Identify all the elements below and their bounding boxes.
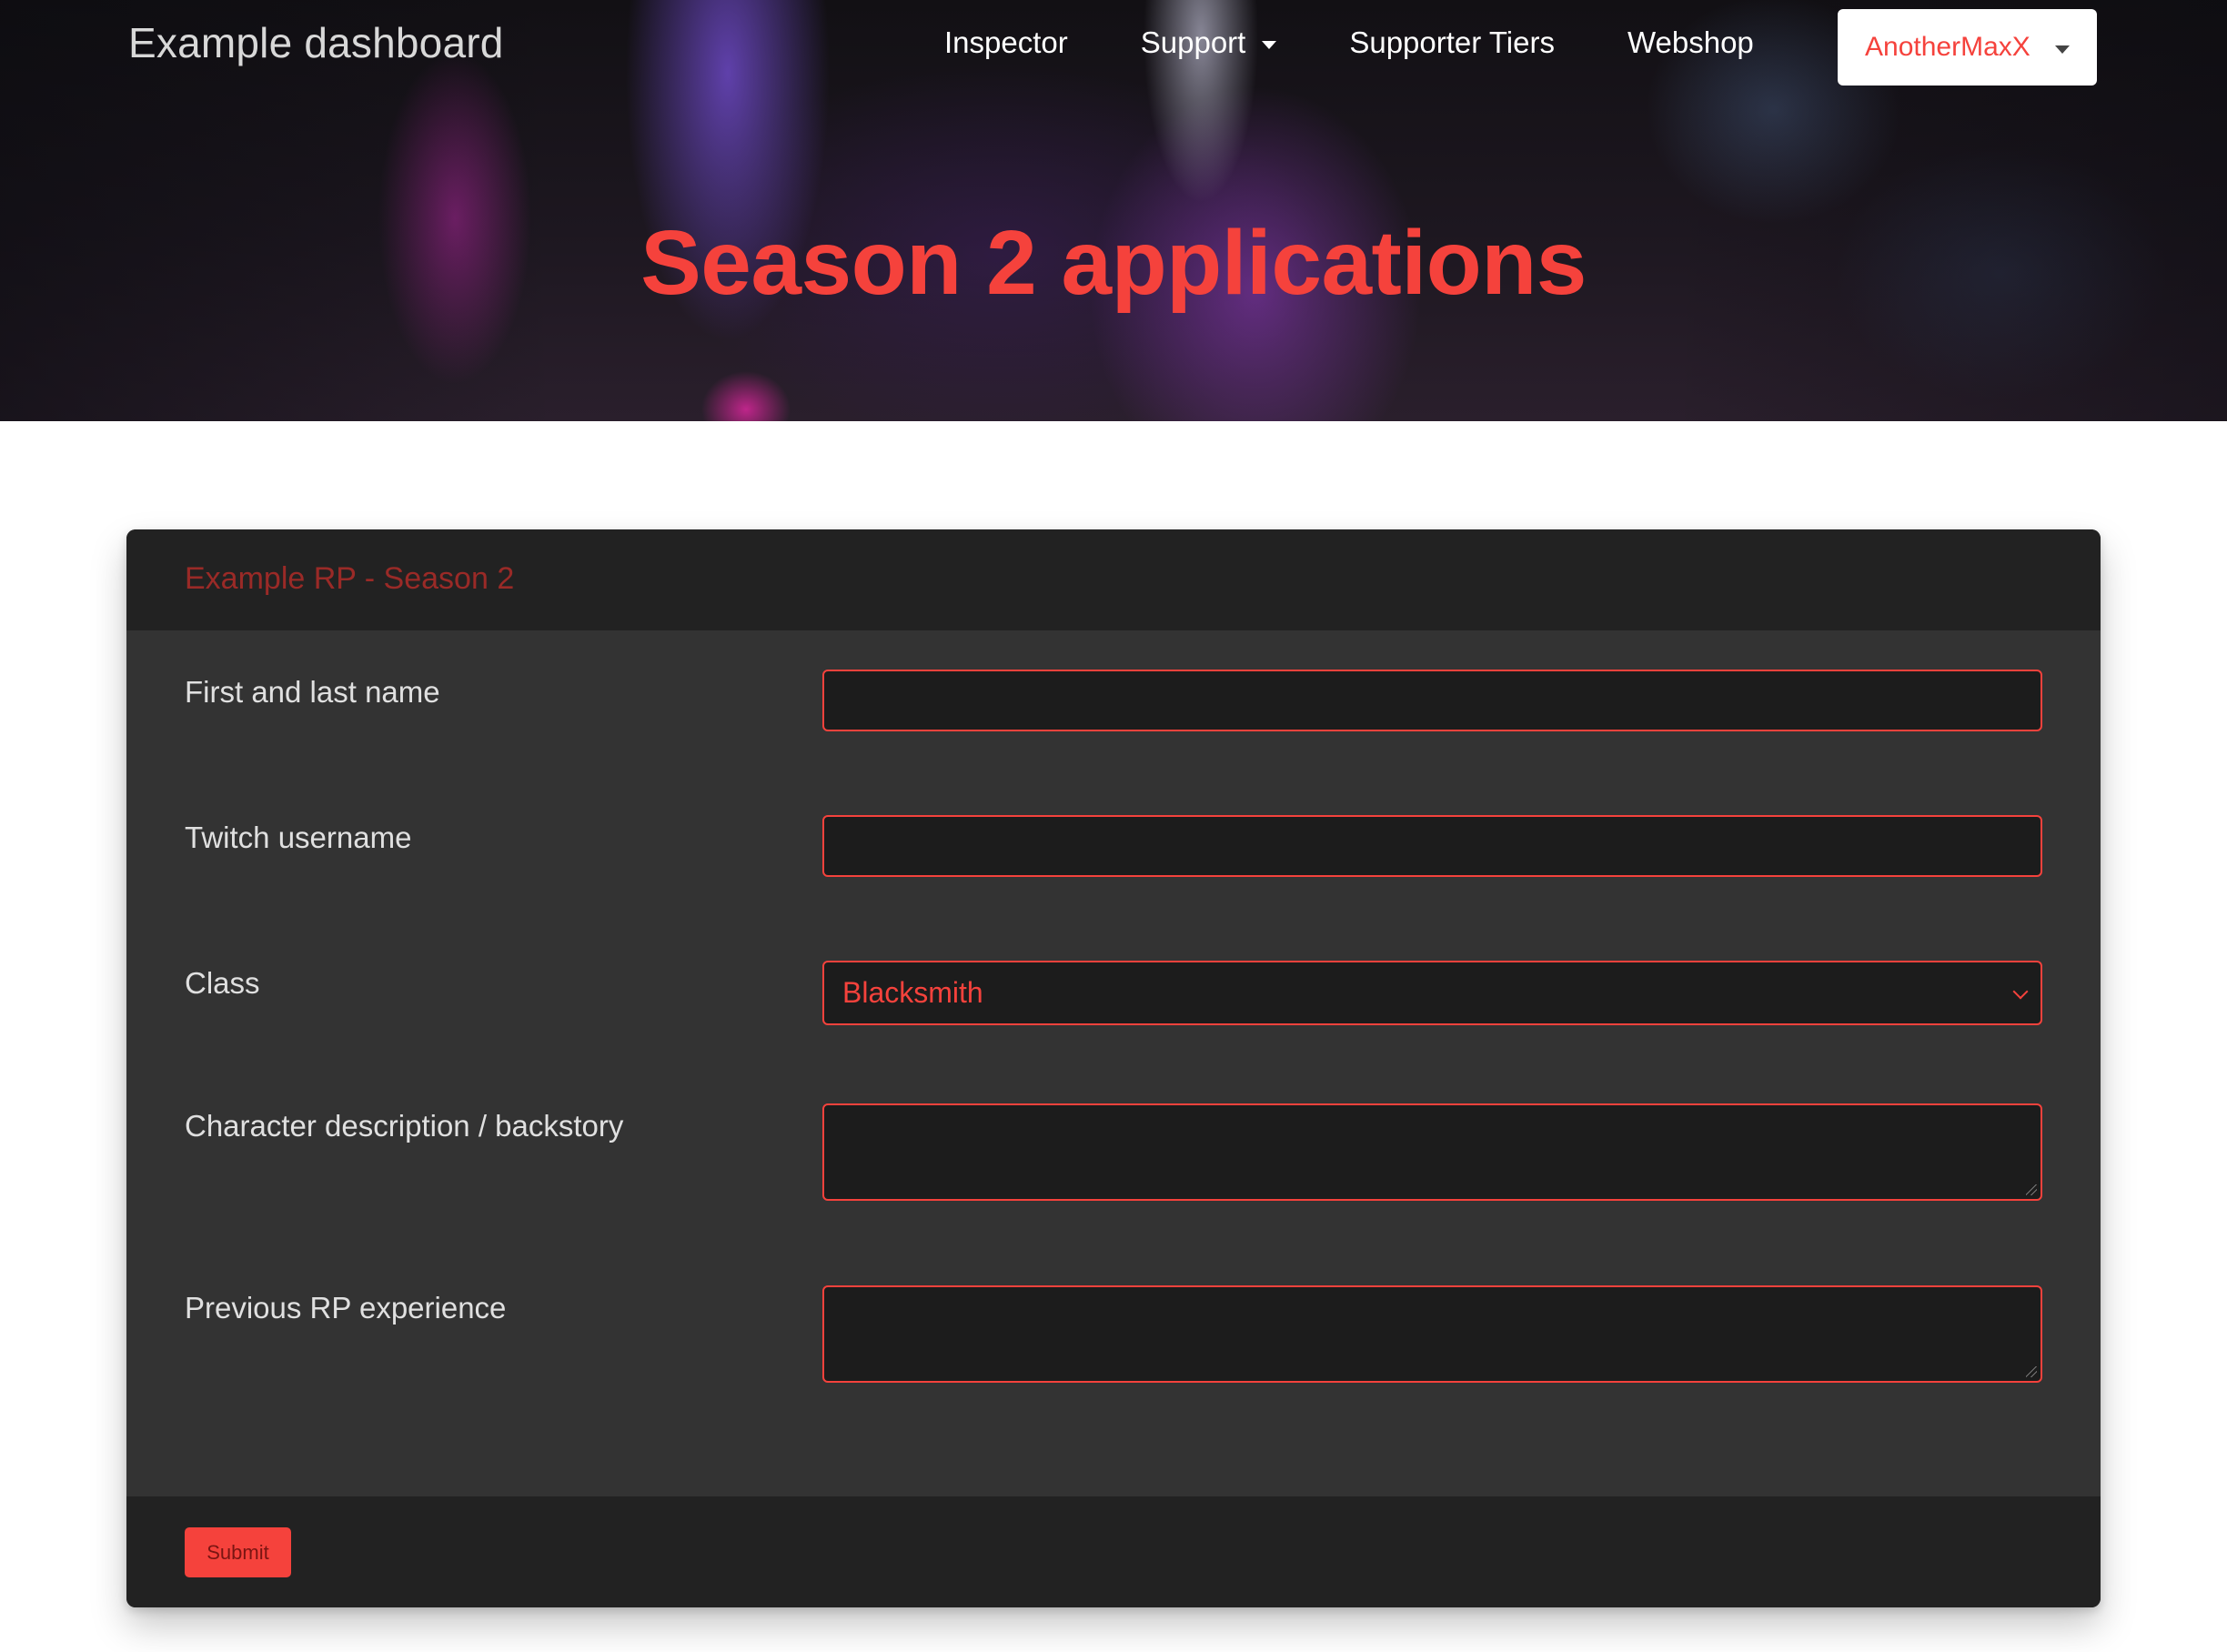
caret-down-icon <box>1262 40 1277 49</box>
twitch-input[interactable] <box>822 815 2042 877</box>
nav-webshop-label: Webshop <box>1627 25 1754 59</box>
experience-label: Previous RP experience <box>185 1291 507 1325</box>
class-select-value: Blacksmith <box>842 976 983 1009</box>
brand-link[interactable]: Example dashboard <box>128 18 504 67</box>
user-menu-button[interactable]: AnotherMaxX <box>1838 9 2097 86</box>
application-card: Example RP - Season 2 First and last nam… <box>126 529 2101 1607</box>
experience-textarea[interactable] <box>822 1285 2042 1383</box>
card-footer: Submit <box>126 1496 2101 1607</box>
nav-support-dropdown[interactable]: Support <box>1141 25 1277 60</box>
card-header: Example RP - Season 2 <box>126 529 2101 630</box>
nav-webshop[interactable]: Webshop <box>1627 25 1754 60</box>
description-label: Character description / backstory <box>185 1109 624 1143</box>
experience-wrapper <box>822 1285 2042 1383</box>
chevron-down-icon <box>2012 983 2029 1000</box>
hero-banner: Example dashboard Inspector Support Supp… <box>0 0 2227 421</box>
name-input[interactable] <box>822 670 2042 731</box>
page-title: Season 2 applications <box>640 212 1587 314</box>
submit-button[interactable]: Submit <box>185 1527 291 1577</box>
card-title: Example RP - Season 2 <box>185 561 515 596</box>
nav-supporter-tiers-label: Supporter Tiers <box>1349 25 1555 59</box>
description-wrapper <box>822 1103 2042 1201</box>
name-label: First and last name <box>185 675 440 709</box>
page: Example dashboard Inspector Support Supp… <box>0 0 2227 1652</box>
twitch-label: Twitch username <box>185 821 412 854</box>
main-nav: Inspector Support Supporter Tiers Websho… <box>944 25 1827 60</box>
nav-inspector-label: Inspector <box>944 25 1068 59</box>
nav-support-label: Support <box>1140 25 1246 59</box>
nav-supporter-tiers[interactable]: Supporter Tiers <box>1349 25 1555 60</box>
class-label: Class <box>185 966 260 1000</box>
description-textarea[interactable] <box>822 1103 2042 1201</box>
class-select[interactable]: Blacksmith <box>822 961 2042 1025</box>
nav-inspector[interactable]: Inspector <box>944 25 1068 60</box>
caret-down-icon <box>2055 45 2070 54</box>
user-menu-label: AnotherMaxX <box>1865 32 2030 62</box>
